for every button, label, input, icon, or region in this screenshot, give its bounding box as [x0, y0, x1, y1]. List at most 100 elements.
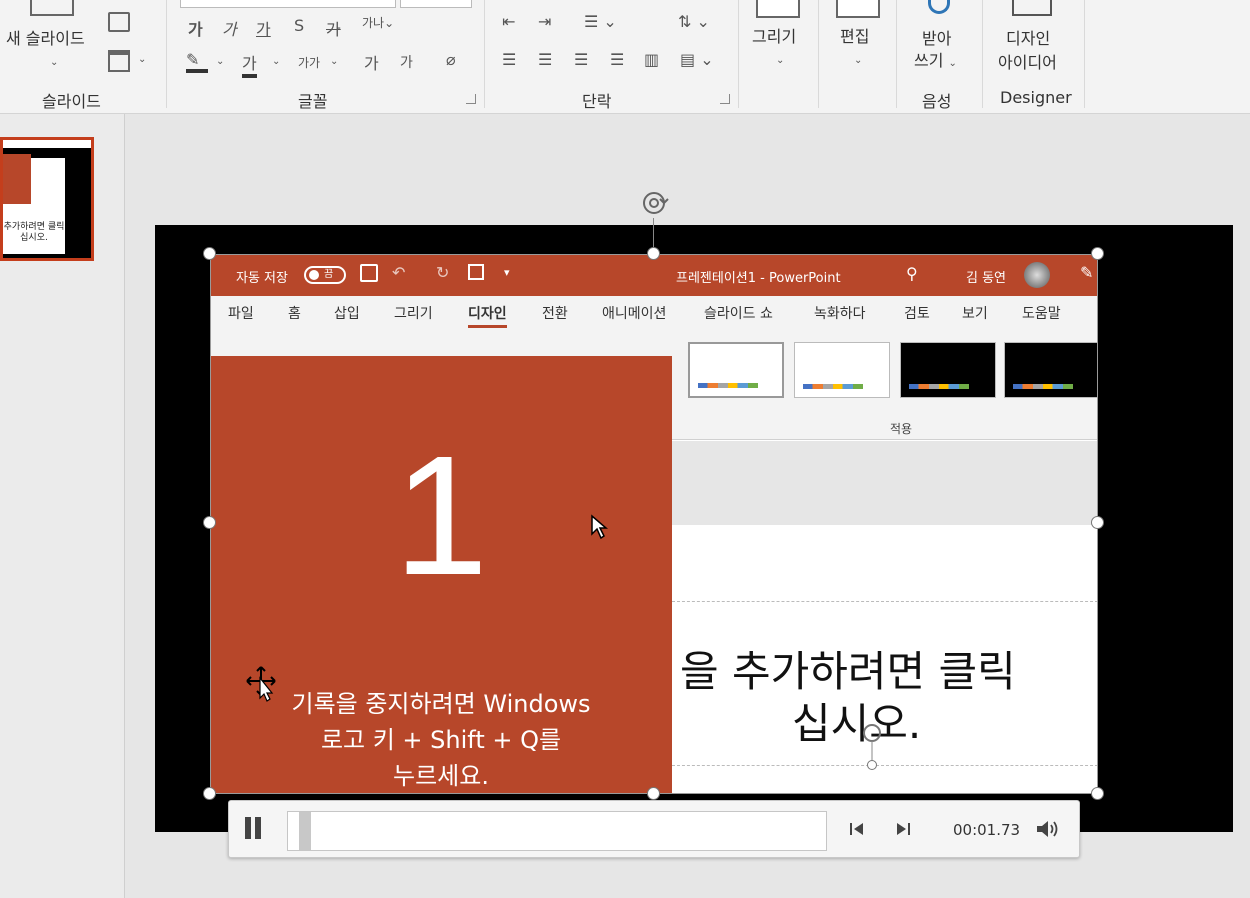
align-text-icon[interactable]: ▤ ⌄ [680, 50, 714, 69]
thumbnail-overlay [3, 154, 31, 204]
align-right-icon[interactable]: ☰ [574, 50, 588, 69]
inner-document-title: 프레젠테이션1 - PowerPoint [676, 271, 841, 286]
font-dialog-launcher-icon[interactable] [466, 94, 476, 104]
media-playback-bar: 00:01.73 [228, 800, 1080, 858]
divider [484, 0, 485, 108]
screen-recording-video[interactable]: 자동 저장 끔 ↶ ↻ ▾ 프레젠테이션1 - PowerPoint ⚲ 김 동… [210, 254, 1098, 794]
step-forward-icon[interactable] [893, 819, 913, 839]
inner-autosave-label: 자동 저장 [236, 271, 288, 286]
resize-handle-bottom-right[interactable] [1091, 787, 1104, 800]
resize-handle-right[interactable] [1091, 516, 1104, 529]
pause-bar [245, 817, 251, 839]
chevron-down-icon[interactable]: ⌄ [138, 54, 146, 65]
inner-tab-insert: 삽입 [334, 306, 360, 322]
justify-icon[interactable]: ☰ [610, 50, 624, 69]
grow-font-icon[interactable]: 가 [364, 50, 379, 74]
inner-tab-file: 파일 [228, 306, 254, 322]
text-direction-icon[interactable]: ⇅ ⌄ [678, 12, 710, 31]
shapes-icon[interactable] [756, 0, 800, 18]
dictate-label-text: 쓰기 [914, 51, 944, 70]
thumbnail-text: 추가하려면 클릭 십시오. [3, 222, 65, 244]
char-spacing-icon[interactable]: 가나⌄ [362, 14, 394, 31]
playback-time: 00:01.73 [953, 821, 1021, 839]
progress-thumb[interactable] [299, 812, 311, 850]
resize-handle-top-right[interactable] [1091, 247, 1104, 260]
slide-thumbnail[interactable]: 추가하려면 클릭 십시오. [0, 137, 94, 261]
section-icon[interactable] [108, 50, 130, 72]
progress-track[interactable] [287, 811, 827, 851]
pause-bar [255, 817, 261, 839]
inner-ribbon-tabs: 파일 홈 삽입 그리기 디자인 전환 애니메이션 슬라이드 쇼 녹화하다 검토 … [210, 296, 1098, 328]
inner-customize-icon: ▾ [504, 266, 510, 279]
shrink-font-icon[interactable]: 가 [400, 52, 413, 72]
group-label-designer: Designer [1000, 88, 1072, 107]
editing-icon[interactable] [836, 0, 880, 18]
design-ideas-label-line2[interactable]: 아이디어 [998, 52, 1057, 74]
layout-icon[interactable] [108, 12, 130, 32]
change-case-icon[interactable]: 가가 [298, 54, 320, 71]
thumbnail-text-line2: 십시오. [20, 233, 48, 243]
font-size-box[interactable] [400, 0, 472, 8]
shadow-icon[interactable]: S [294, 16, 304, 35]
theme-thumbnail [1004, 342, 1098, 398]
resize-handle-top[interactable] [647, 247, 660, 260]
edit-button[interactable]: 편집 [840, 26, 869, 48]
pause-button[interactable] [243, 817, 265, 841]
inner-slide-text-line1: 을 추가하려면 클릭 [680, 647, 1016, 696]
columns-icon[interactable]: ▥ [644, 50, 659, 69]
inner-tab-design: 디자인 [468, 303, 507, 328]
draw-button[interactable]: 그리기 [752, 26, 796, 48]
divider [1084, 0, 1085, 108]
designer-icon[interactable] [1012, 0, 1052, 16]
rotate-handle-icon[interactable] [638, 186, 672, 220]
ribbon: 새 슬라이드 ⌄ ⌄ 슬라이드 가 가 가 S 가 가나⌄ ✎ ⌄ 가 ⌄ 가가… [0, 0, 1250, 114]
inner-tab-home: 홈 [288, 306, 301, 322]
design-ideas-button[interactable]: 디자인 [1006, 28, 1050, 50]
chevron-down-icon[interactable]: ⌄ [50, 52, 58, 74]
inner-rotate-handle-icon [863, 724, 881, 770]
move-cursor-icon [246, 666, 276, 702]
message-line2: 로고 키 + Shift + Q를 [320, 726, 562, 754]
microphone-icon[interactable] [928, 0, 950, 14]
highlight-icon[interactable]: ✎ [186, 50, 208, 73]
chevron-down-icon[interactable]: ⌄ [330, 56, 338, 67]
line-spacing-icon[interactable]: ☰ ⌄ [584, 12, 617, 31]
font-color-icon[interactable]: 가 [242, 50, 257, 78]
inner-gallery-label: 적용 [890, 422, 913, 436]
underline-icon[interactable]: 가 [256, 16, 271, 40]
chevron-down-icon[interactable]: ⌄ [216, 56, 224, 67]
inner-tab-draw: 그리기 [394, 306, 433, 322]
dictate-label-line2[interactable]: 쓰기 ⌄ [914, 50, 957, 75]
clear-format-icon[interactable]: ⌀ [446, 50, 456, 69]
step-back-icon[interactable] [847, 819, 867, 839]
dictate-button[interactable]: 받아 [922, 28, 951, 50]
align-left-icon[interactable]: ☰ [502, 50, 516, 69]
resize-handle-left[interactable] [203, 516, 216, 529]
resize-handle-bottom[interactable] [647, 787, 660, 800]
bold-icon[interactable]: 가 [188, 16, 203, 40]
inner-tab-slideshow: 슬라이드 쇼 [704, 306, 773, 322]
strikethrough-icon[interactable]: 가 [326, 16, 341, 40]
font-name-box[interactable] [180, 0, 396, 8]
chevron-down-icon[interactable]: ⌄ [854, 50, 862, 72]
inner-tab-help: 도움말 [1022, 306, 1061, 322]
inner-tab-record: 녹화하다 [814, 306, 866, 322]
resize-handle-bottom-left[interactable] [203, 787, 216, 800]
thumbnail-text-line1: 추가하려면 클릭 [3, 222, 65, 232]
divider [166, 0, 167, 108]
inner-redo-icon: ↻ [436, 263, 450, 282]
new-slide-icon[interactable] [30, 0, 74, 16]
chevron-down-icon[interactable]: ⌄ [272, 56, 280, 67]
chevron-down-icon[interactable]: ⌄ [949, 58, 957, 69]
increase-indent-icon[interactable]: ⇥ [538, 12, 551, 31]
divider [982, 0, 983, 108]
paragraph-dialog-launcher-icon[interactable] [720, 94, 730, 104]
chevron-down-icon[interactable]: ⌄ [776, 50, 784, 72]
inner-save-icon [360, 264, 378, 282]
new-slide-button[interactable]: 새 슬라이드 [6, 28, 85, 50]
volume-icon[interactable] [1035, 818, 1061, 840]
resize-handle-top-left[interactable] [203, 247, 216, 260]
italic-icon[interactable]: 가 [222, 16, 237, 40]
align-center-icon[interactable]: ☰ [538, 50, 552, 69]
decrease-indent-icon[interactable]: ⇤ [502, 12, 515, 31]
